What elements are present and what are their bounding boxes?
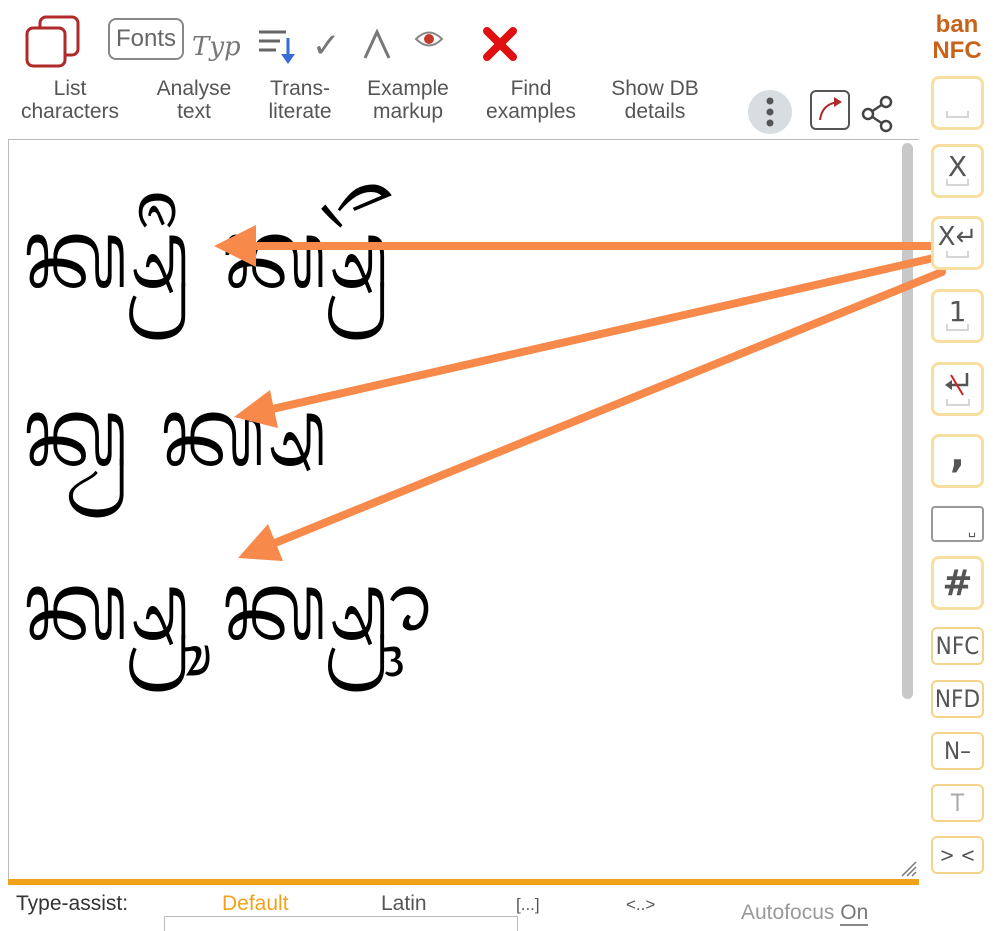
show-db-details-label: Show DB details <box>611 77 699 123</box>
close-icon <box>483 27 517 61</box>
type-assist-label: Type-assist: <box>16 892 129 915</box>
language-code: ban <box>935 11 979 38</box>
editor-line: ᬓ᭄ᬱ᭄ᬭᬸ ᬓ᭄ᬱ᭄ᬭᬹᬵ <box>23 550 434 662</box>
clear-button[interactable]: X <box>931 144 984 198</box>
resize-handle-icon[interactable] <box>898 858 918 878</box>
nfc-label: NFC <box>935 632 980 660</box>
editor-line: ᬓ᭄ᬱ᭄ᬭᬷ ᬓ᭄ᬱ᭄ᬭᭂ <box>23 198 391 310</box>
fonts-icon: Fonts <box>108 18 184 60</box>
space-underline-icon <box>946 324 969 331</box>
fonts-icon-label: Fonts <box>115 25 177 52</box>
share-button[interactable] <box>860 94 896 134</box>
type-assist-angle[interactable]: <..> <box>626 895 655 915</box>
clear-newline-button[interactable]: X↵ <box>931 216 984 270</box>
example-markup-label: Example markup <box>367 77 449 123</box>
hex-codes-button[interactable]: # <box>931 556 984 610</box>
find-examples-label: Find examples <box>486 77 576 123</box>
type-assist-default[interactable]: Default <box>222 892 289 916</box>
find-examples-button[interactable]: Find examples <box>474 14 588 126</box>
clear-newline-label: X↵ <box>937 222 978 252</box>
space-button[interactable] <box>931 76 984 130</box>
n-dash-label: N– <box>944 737 971 765</box>
analyse-text-button[interactable]: Fonts Typ Analyse text <box>106 14 241 126</box>
typ-icon: Typ <box>192 32 241 62</box>
space-underline-icon <box>946 251 969 258</box>
hex-codes-label: # <box>942 562 973 604</box>
more-vertical-icon <box>766 97 774 127</box>
transliterate-button[interactable]: ✓ Trans- literate <box>256 14 348 126</box>
space-underline-icon <box>946 111 969 118</box>
checkmark-icon: ✓ <box>312 27 341 65</box>
redirect-arrow-icon <box>819 97 842 121</box>
caret-up-icon <box>363 28 391 59</box>
visible-space-button[interactable]: ␣ <box>931 506 984 542</box>
nfd-button[interactable]: NFD <box>931 680 984 718</box>
show-db-details-button[interactable]: Show DB details <box>598 14 712 126</box>
remove-newline-button[interactable] <box>931 362 984 416</box>
text-label: T <box>950 789 965 817</box>
punctuation-label: , <box>949 431 966 477</box>
nfc-button[interactable]: NFC <box>931 627 984 665</box>
text-button[interactable]: T <box>931 784 984 822</box>
trim-button[interactable]: > < <box>931 836 984 874</box>
space-underline-icon <box>946 179 969 186</box>
autofocus-label: Autofocus <box>741 901 835 924</box>
list-characters-icon <box>25 15 80 68</box>
share-icon <box>861 95 893 133</box>
editor-accent-bar <box>8 879 919 885</box>
trim-label: > < <box>939 843 976 867</box>
remove-newline-icon <box>944 373 970 406</box>
editor-scrollbar[interactable] <box>902 143 913 699</box>
secondary-input[interactable] <box>164 916 518 931</box>
redirect-button[interactable] <box>810 90 850 130</box>
single-char-button[interactable]: 1 <box>931 289 984 343</box>
sort-down-icon <box>259 30 295 64</box>
normalization-form: NFC <box>932 37 982 64</box>
n-dash-button[interactable]: N– <box>931 732 984 770</box>
transliterate-label: Trans- literate <box>268 77 332 123</box>
type-assist-latin[interactable]: Latin <box>381 892 427 916</box>
text-editor[interactable]: ᬓ᭄ᬱ᭄ᬭᬷ ᬓ᭄ᬱ᭄ᬭᭂ ᬓ᭄ᬯ ᬓ᭄ᬱ ᬓ᭄ᬱ᭄ᬭᬸ ᬓ᭄ᬱ᭄ᬭᬹᬵ <box>8 139 919 881</box>
more-options-button[interactable] <box>748 90 792 134</box>
language-indicator: ban NFC <box>924 12 990 64</box>
nfd-label: NFD <box>934 685 981 713</box>
punctuation-button[interactable]: , <box>931 431 984 488</box>
eye-icon <box>414 31 444 47</box>
editor-line: ᬓ᭄ᬯ ᬓ᭄ᬱ <box>23 376 329 488</box>
analyse-text-label: Analyse text <box>156 77 232 123</box>
type-assist-bracket[interactable]: [...] <box>516 895 540 915</box>
visible-space-label: ␣ <box>968 522 976 538</box>
autofocus-state: On <box>840 901 869 926</box>
example-markup-button[interactable]: Example markup <box>356 14 460 126</box>
autofocus-toggle[interactable]: Autofocus On <box>741 901 869 926</box>
